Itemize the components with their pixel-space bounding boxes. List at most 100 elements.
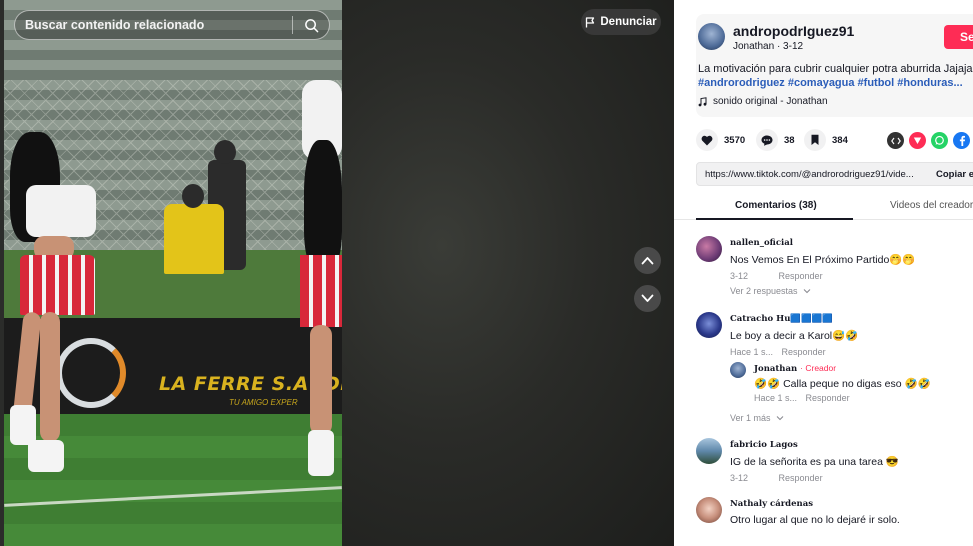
comment-count: 38 [784, 134, 795, 146]
reply-button[interactable]: Responder [779, 473, 823, 483]
reply-date: Hace 1 s... [754, 393, 798, 403]
creator-reply: Jonathan · Creador 🤣🤣 Calla peque no dig… [730, 362, 960, 404]
send-friend-button[interactable] [909, 132, 926, 149]
side-panel: andrорodrIguez91 Jonathan · 3-12 Se La m… [674, 0, 973, 546]
comment-date: 3-12 [730, 271, 749, 281]
comment-item: fabricio Lagos IG de la señorita es pa u… [696, 438, 973, 484]
author-subtitle: Jonathan · 3-12 [733, 41, 803, 52]
cheerleader-skirt [20, 255, 95, 315]
comment-item: nallen_oficial Nos Vemos En El Próximo P… [696, 236, 973, 306]
comment-text: Le boy a decir a Karol😅🤣 [730, 330, 859, 342]
video-player[interactable]: LA FERRE S.A. DE C TU AMIGO EXPER [0, 0, 674, 546]
cheerleader-shoe [10, 405, 36, 445]
copy-link-button[interactable]: Copiar e [936, 169, 973, 180]
comment-meta: 3-12 Responder [730, 271, 823, 281]
chevron-down-icon [803, 289, 811, 294]
post-date: 3-12 [783, 41, 804, 52]
author-display-name: Jonathan [733, 41, 775, 52]
video-info-card: andrорodrIguez91 Jonathan · 3-12 Se La m… [696, 14, 973, 117]
comment-text: IG de la señorita es pa una tarea 😎 [730, 456, 899, 468]
reply-author[interactable]: Jonathan · Creador [754, 363, 836, 374]
reply-author-name: Jonathan [754, 364, 798, 374]
view-replies-button[interactable]: Ver 2 respuestas [730, 286, 811, 296]
cheerleader-skirt [300, 255, 342, 327]
sponsor-logo [56, 338, 126, 408]
video-blurred-background [342, 0, 674, 546]
comment-item: Catracho Hu🟦🟦🟦🟦 Le boy a decir a Karol😅🤣… [696, 312, 973, 357]
comment-date: Hace 1 s... [730, 347, 774, 357]
commenter-name[interactable]: Catracho Hu🟦🟦🟦🟦 [730, 314, 833, 324]
cheerleader-hair [304, 140, 342, 270]
next-video-button[interactable] [634, 285, 661, 312]
music-label: sonido original - Jonathan [713, 96, 828, 107]
reply-meta: Hace 1 s... Responder [754, 393, 850, 403]
report-button[interactable]: Denunciar [581, 9, 661, 35]
spectator-head [214, 140, 236, 164]
save-count: 384 [832, 134, 848, 146]
cheerleader-leg [310, 325, 332, 435]
bookmark-icon [804, 129, 826, 151]
like-button[interactable]: 3570 [696, 129, 745, 151]
hashtags[interactable]: #androrodriguez #comayagua #futbol #hond… [698, 77, 963, 89]
author-avatar[interactable] [698, 23, 725, 50]
chevron-down-icon [641, 294, 654, 302]
code-icon [890, 137, 901, 144]
reply-button[interactable]: Responder [779, 271, 823, 281]
reply-text: 🤣🤣 Calla peque no digas eso 🤣🤣 [754, 378, 931, 390]
search-bar[interactable] [14, 10, 330, 40]
view-more-replies-button[interactable]: Ver 1 más [730, 413, 784, 423]
commenter-name[interactable]: Nathaly cárdenas [730, 499, 813, 509]
reply-button[interactable]: Responder [806, 393, 850, 403]
search-input[interactable] [15, 18, 292, 32]
music-note-icon [698, 96, 707, 106]
commenter-name[interactable]: nallen_oficial [730, 238, 793, 248]
commenter-name[interactable]: fabricio Lagos [730, 440, 798, 450]
commenter-avatar[interactable] [696, 236, 722, 262]
cheerleader-leg [40, 312, 60, 442]
author-username[interactable]: andrорodrIguez91 [733, 23, 854, 39]
active-tab-indicator [696, 218, 853, 220]
cheerleader-shoe [308, 430, 334, 476]
spectator-yellow-head [182, 184, 204, 208]
like-count: 3570 [724, 134, 746, 146]
comment-date: 3-12 [730, 473, 749, 483]
previous-video-button[interactable] [634, 247, 661, 274]
search-button[interactable] [293, 10, 329, 40]
cheerleader-top [26, 185, 96, 237]
creator-badge: · Creador [800, 363, 837, 373]
comment-meta: 3-12 Responder [730, 473, 823, 483]
whatsapp-share-button[interactable] [931, 132, 948, 149]
commenter-avatar[interactable] [696, 312, 722, 338]
video-caption: La motivación para cubrir cualquier potr… [698, 63, 973, 75]
tab-comments[interactable]: Comentarios (38) [735, 200, 817, 211]
music-link[interactable]: sonido original - Jonathan [698, 96, 828, 107]
chevron-up-icon [641, 257, 654, 265]
view-more-label: Ver 1 más [730, 413, 771, 423]
follow-button[interactable]: Se [944, 25, 973, 49]
facebook-icon [959, 135, 965, 146]
action-bar: 3570 38 384 [696, 129, 973, 153]
commenter-avatar[interactable] [696, 438, 722, 464]
video-frame[interactable]: LA FERRE S.A. DE C TU AMIGO EXPER [4, 0, 342, 546]
panel-tabs: Comentarios (38) Videos del creador [674, 195, 973, 220]
cheerleader-shoe [28, 440, 64, 472]
comment-button[interactable]: 38 [756, 129, 795, 151]
embed-button[interactable] [887, 132, 904, 149]
search-icon [304, 18, 318, 32]
whatsapp-icon [935, 135, 944, 145]
link-copy-box: https://www.tiktok.com/@androrodriguez91… [696, 162, 973, 186]
save-button[interactable]: 384 [804, 129, 848, 151]
view-replies-label: Ver 2 respuestas [730, 286, 798, 296]
comment-icon [756, 129, 778, 151]
flag-icon [586, 16, 595, 27]
chevron-down-icon [776, 416, 784, 421]
tab-creator-videos[interactable]: Videos del creador [890, 200, 973, 211]
sponsor-subtext: TU AMIGO EXPER [229, 398, 298, 407]
creator-avatar[interactable] [730, 362, 746, 378]
report-label: Denunciar [600, 16, 657, 28]
commenter-avatar[interactable] [696, 497, 722, 523]
comment-item: Nathaly cárdenas Otro lugar al que no lo… [696, 497, 973, 543]
facebook-share-button[interactable] [953, 132, 970, 149]
reply-button[interactable]: Responder [782, 347, 826, 357]
comment-text: Otro lugar al que no lo dejaré ir solo. [730, 514, 900, 526]
